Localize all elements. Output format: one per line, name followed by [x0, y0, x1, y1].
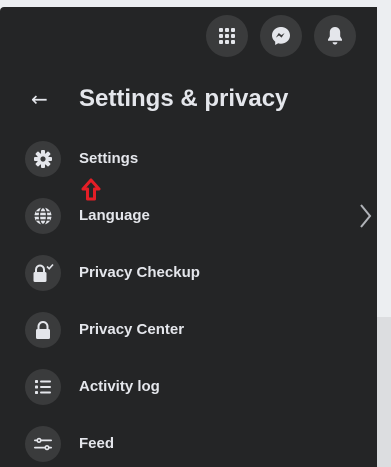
red-up-arrow-icon: [81, 178, 101, 201]
messenger-icon: [272, 27, 290, 45]
menu-icon-wrapper: [25, 426, 61, 462]
menu-icon-wrapper: [25, 312, 61, 348]
menu-label-settings: Settings: [79, 150, 139, 167]
menu-label-language: Language: [79, 207, 150, 224]
menu-item-settings[interactable]: Settings: [0, 135, 377, 187]
notifications-button[interactable]: [314, 15, 356, 57]
menu-icon-wrapper: [25, 141, 61, 177]
lock-icon: [36, 321, 50, 339]
menu-item-privacy-center[interactable]: Privacy Center: [0, 306, 377, 358]
menu-icon-wrapper: [25, 255, 61, 291]
bell-icon: [328, 27, 342, 45]
menu-item-privacy-checkup[interactable]: Privacy Checkup: [0, 249, 377, 301]
settings-header: ← Settings & privacy: [0, 75, 377, 123]
globe-icon: [34, 206, 52, 226]
menu-item-activity-log[interactable]: Activity log: [0, 363, 377, 415]
menu-label-privacy-center: Privacy Center: [79, 321, 185, 338]
messenger-button[interactable]: [260, 15, 302, 57]
lock-check-icon: [33, 263, 54, 282]
top-bar: [0, 7, 377, 69]
arrow-left-icon[interactable]: ←: [31, 85, 48, 113]
sliders-icon: [34, 437, 52, 451]
menu-icon-wrapper: [25, 198, 61, 234]
chevron-right-icon[interactable]: [357, 202, 377, 230]
menu-grid-icon: [219, 28, 235, 44]
menu-label-privacy-checkup: Privacy Checkup: [79, 264, 200, 281]
gear-icon: [34, 150, 52, 168]
page-title: Settings & privacy: [79, 85, 289, 112]
menu-button[interactable]: [206, 15, 248, 57]
menu-item-feed[interactable]: Feed: [0, 420, 377, 467]
list-icon: [35, 380, 51, 394]
menu-label-activity-log: Activity log: [79, 378, 160, 395]
settings-privacy-panel: ← Settings & privacy Settings Language P…: [0, 7, 377, 467]
menu-icon-wrapper: [25, 369, 61, 405]
menu-label-feed: Feed: [79, 435, 115, 452]
menu-item-language[interactable]: Language: [0, 192, 377, 244]
